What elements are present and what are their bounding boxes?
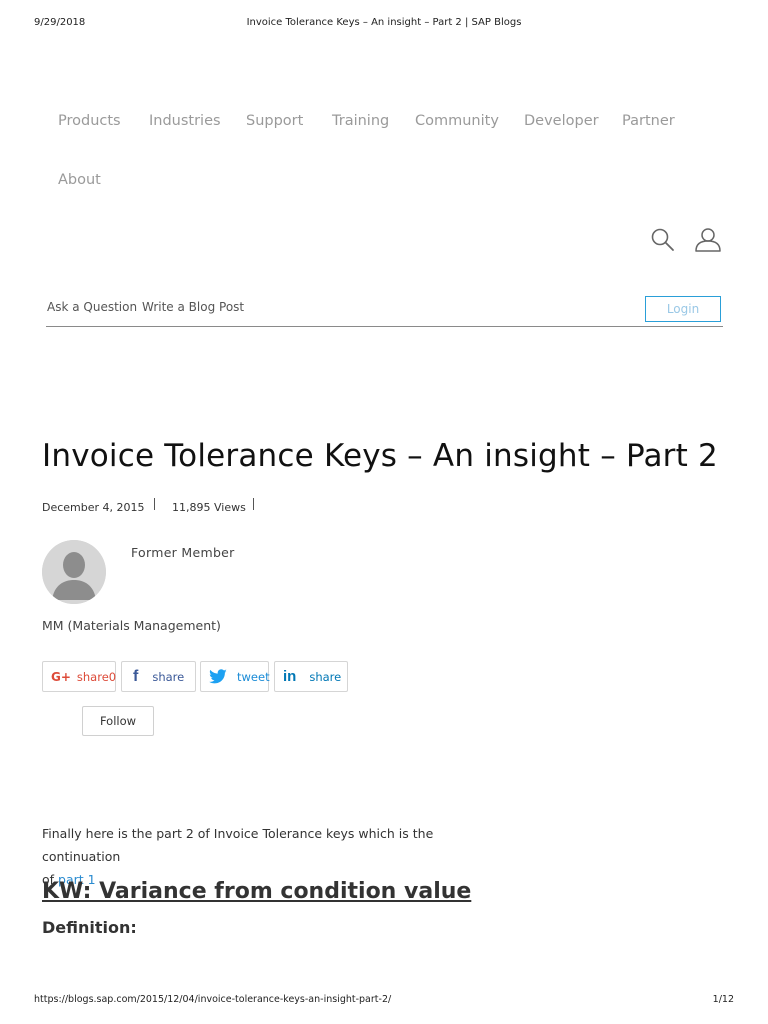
twitter-share-label: tweet [237, 669, 270, 684]
google-share-count: 0 [108, 669, 117, 684]
facebook-icon: f [133, 667, 139, 685]
author-name[interactable]: Former Member [131, 545, 235, 560]
user-icon[interactable] [694, 226, 722, 254]
nav-item-support[interactable]: Support [246, 113, 303, 129]
ask-question-link[interactable]: Ask a Question [47, 300, 137, 314]
linkedin-icon: in [283, 668, 297, 685]
print-page-title: Invoice Tolerance Keys – An insight – Pa… [246, 17, 522, 28]
google-share-button[interactable]: G+ share 0 [42, 661, 116, 692]
facebook-share-label: share [152, 669, 185, 684]
google-plus-icon: G+ [51, 669, 71, 684]
article-views: 11,895 Views [172, 501, 246, 514]
twitter-bird-icon [208, 668, 228, 685]
search-icon[interactable] [650, 227, 676, 253]
article-title: Invoice Tolerance Keys – An insight – Pa… [42, 438, 718, 474]
linkedin-share-label: share [309, 669, 342, 684]
definition-heading: Definition: [42, 918, 137, 937]
nav-item-community[interactable]: Community [415, 113, 499, 129]
write-blog-post-link[interactable]: Write a Blog Post [142, 300, 244, 314]
nav-item-developer[interactable]: Developer [524, 113, 599, 129]
intro-text: Finally here is the part 2 of Invoice To… [42, 826, 434, 864]
meta-separator [154, 498, 155, 510]
nav-item-about[interactable]: About [58, 172, 101, 188]
google-share-label: share [76, 669, 109, 684]
nav-item-products[interactable]: Products [58, 113, 121, 129]
follow-button[interactable]: Follow [82, 706, 154, 736]
article-date: December 4, 2015 [42, 501, 145, 514]
person-silhouette-icon [42, 540, 106, 604]
twitter-share-button[interactable]: tweet [200, 661, 270, 692]
avatar[interactable] [42, 540, 106, 604]
nav-item-training[interactable]: Training [332, 113, 389, 129]
linkedin-share-button[interactable]: in share [274, 661, 348, 692]
print-page-number: 1/12 [712, 994, 734, 1005]
login-button[interactable]: Login [645, 296, 721, 322]
divider [46, 326, 723, 327]
section-heading: KW: Variance from condition value [42, 879, 472, 904]
article-category[interactable]: MM (Materials Management) [42, 618, 221, 633]
print-url: https://blogs.sap.com/2015/12/04/invoice… [34, 994, 392, 1005]
facebook-share-button[interactable]: f share [121, 661, 196, 692]
nav-item-partner[interactable]: Partner [622, 113, 675, 129]
nav-item-industries[interactable]: Industries [149, 113, 221, 129]
meta-separator [253, 498, 254, 510]
